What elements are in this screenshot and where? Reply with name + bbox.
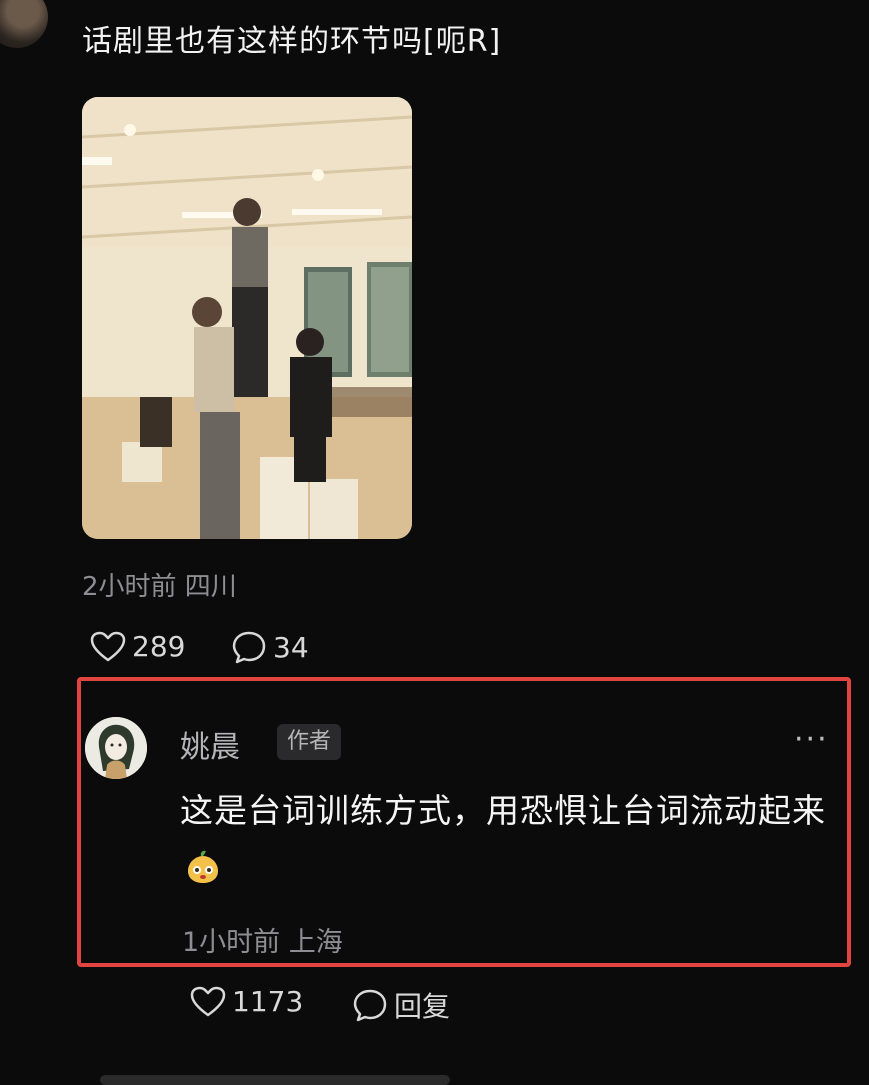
reply-button[interactable]: 回复 <box>352 985 450 1025</box>
emoji-icon <box>188 850 218 883</box>
comment-like-button[interactable]: 1173 <box>190 985 303 1018</box>
post-like-count: 289 <box>132 630 186 663</box>
comment-bubble-icon <box>232 631 266 664</box>
avatar[interactable] <box>85 717 147 779</box>
post-meta: 2小时前 四川 <box>82 572 237 602</box>
next-item-preview <box>100 1075 450 1085</box>
comment-text: 这是台词训练方式，用恐惧让台词流动起来 <box>180 782 850 898</box>
comment-bubble-icon <box>353 989 387 1022</box>
reply-label: 回复 <box>394 990 451 1023</box>
post-text: 话剧里也有这样的环节吗[呃R] <box>82 24 502 59</box>
comment-meta: 1小时前 上海 <box>182 927 343 958</box>
comment-author-name[interactable]: 姚晨 <box>180 722 240 766</box>
post-comment-count: 34 <box>273 630 309 664</box>
post-comment-button[interactable]: 34 <box>231 630 309 664</box>
author-badge: 作者 <box>277 724 342 760</box>
heart-icon <box>90 631 126 661</box>
top-avatar[interactable] <box>0 0 48 48</box>
more-icon[interactable]: ··· <box>794 722 829 757</box>
comment-like-count: 1173 <box>232 985 304 1018</box>
heart-icon <box>190 986 226 1016</box>
comment-text-content: 这是台词训练方式，用恐惧让台词流动起来 <box>180 791 826 830</box>
post-like-button[interactable]: 289 <box>90 630 185 663</box>
post-photo[interactable] <box>82 97 412 539</box>
